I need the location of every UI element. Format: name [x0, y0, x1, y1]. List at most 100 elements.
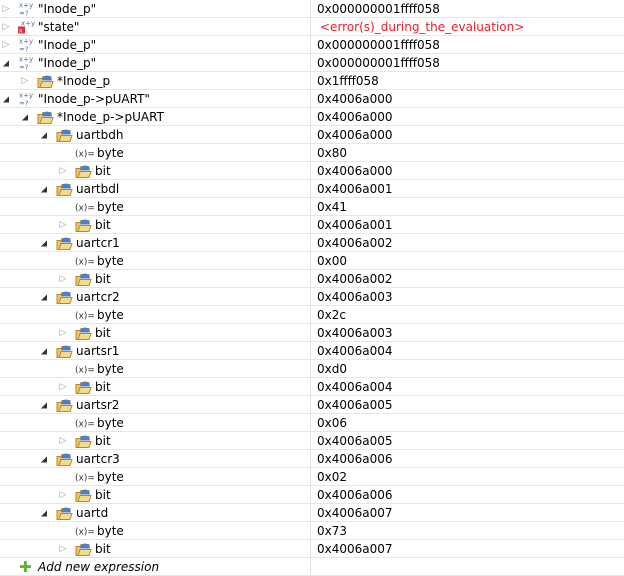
tree-row[interactable]: ▷ bit 0x4006a001 — [0, 216, 624, 234]
tree-row[interactable]: ◢ uartbdh 0x4006a000 — [0, 126, 624, 144]
collapse-toggle-icon[interactable]: ◢ — [39, 130, 49, 139]
tree-row[interactable]: ▷ bit 0x4006a007 — [0, 540, 624, 558]
collapse-toggle-icon[interactable]: ◢ — [1, 94, 11, 103]
tree-row[interactable]: (x)= byte 0x02 — [0, 468, 624, 486]
value-cell: 0x41 — [317, 199, 348, 214]
value-cell: 0x4006a007 — [317, 541, 393, 556]
expand-toggle-icon[interactable]: ▷ — [58, 220, 68, 230]
tree-row[interactable]: ◢ x+y =? "Inode_p->pUART" 0x4006a000 — [0, 90, 624, 108]
tree-row[interactable]: ▷ bit 0x4006a004 — [0, 378, 624, 396]
struct-icon — [56, 181, 73, 196]
expression-name: "Inode_p" — [38, 37, 97, 52]
add-new-expression-label[interactable]: Add new expression — [38, 560, 159, 574]
collapse-toggle-icon[interactable]: ◢ — [39, 508, 49, 517]
tree-row[interactable]: ◢ uartcr2 0x4006a003 — [0, 288, 624, 306]
expression-name: byte — [97, 415, 124, 430]
tree-row[interactable]: ▷ x+y x "state" <error(s)_during_the_evaluat… — [0, 18, 624, 36]
value-cell: 0x4006a002 — [317, 271, 393, 286]
expand-toggle-icon[interactable]: ▷ — [58, 490, 68, 500]
tree-row[interactable]: ◢ *Inode_p->pUART 0x4006a000 — [0, 108, 624, 126]
name-cell: ◢ x+y =? "Inode_p" — [0, 54, 311, 71]
expand-toggle-icon[interactable]: ▷ — [58, 436, 68, 446]
tree-row[interactable]: (x)= byte 0x00 — [0, 252, 624, 270]
struct-icon — [37, 73, 54, 88]
expression-icon: x+y =? — [18, 91, 35, 107]
tree-row[interactable]: ▷ bit 0x4006a003 — [0, 324, 624, 342]
tree-row[interactable]: (x)= byte 0x73 — [0, 522, 624, 540]
name-cell: (x)= byte — [0, 252, 311, 269]
expand-toggle-icon[interactable]: ▷ — [58, 544, 68, 554]
collapse-toggle-icon[interactable]: ◢ — [39, 454, 49, 463]
svg-text:x+y: x+y — [21, 19, 35, 27]
tree-row[interactable]: ▷ x+y =? "Inode_p" 0x000000001ffff058 — [0, 0, 624, 18]
value-cell: 0x02 — [317, 469, 348, 484]
tree-row[interactable]: ◢ x+y =? "Inode_p" 0x000000001ffff058 — [0, 54, 624, 72]
collapse-toggle-icon[interactable]: ◢ — [20, 112, 30, 121]
variable-icon: (x)= — [75, 523, 95, 538]
svg-text:(x)=: (x)= — [75, 419, 95, 429]
expression-name: byte — [97, 361, 124, 376]
expressions-tree: ▷ x+y =? "Inode_p" 0x000000001ffff058 ▷ x+y x "s… — [0, 0, 624, 576]
collapse-toggle-icon[interactable]: ◢ — [39, 400, 49, 409]
collapse-toggle-icon[interactable]: ◢ — [39, 346, 49, 355]
variable-icon: (x)= — [75, 253, 95, 268]
collapse-toggle-icon[interactable]: ◢ — [39, 184, 49, 193]
name-cell: ◢ uartsr2 — [0, 396, 311, 413]
value-cell: 0x4006a004 — [317, 379, 393, 394]
struct-icon — [56, 343, 73, 358]
tree-row[interactable]: ▷ bit 0x4006a005 — [0, 432, 624, 450]
tree-row[interactable]: ▷ bit 0x4006a000 — [0, 162, 624, 180]
variable-icon: (x)= — [75, 145, 95, 160]
tree-row[interactable]: ◢ uartcr3 0x4006a006 — [0, 450, 624, 468]
expand-toggle-icon[interactable]: ▷ — [1, 40, 11, 50]
expand-toggle-icon[interactable]: ▷ — [20, 76, 30, 86]
svg-text:(x)=: (x)= — [75, 311, 95, 321]
svg-text:x: x — [19, 27, 23, 34]
tree-row[interactable]: (x)= byte 0x41 — [0, 198, 624, 216]
name-cell: ▷ bit — [0, 270, 311, 287]
tree-row[interactable]: ◢ uartcr1 0x4006a002 — [0, 234, 624, 252]
svg-text:(x)=: (x)= — [75, 473, 95, 483]
tree-row[interactable]: ◢ uartbdl 0x4006a001 — [0, 180, 624, 198]
collapse-toggle-icon[interactable]: ◢ — [1, 58, 11, 67]
expand-toggle-icon[interactable]: ▷ — [58, 382, 68, 392]
tree-row[interactable]: ▷ *Inode_p 0x1ffff058 — [0, 72, 624, 90]
expression-name: bit — [95, 433, 111, 448]
name-cell: (x)= byte — [0, 414, 311, 431]
tree-row[interactable]: ◢ uartd 0x4006a007 — [0, 504, 624, 522]
collapse-toggle-icon[interactable]: ◢ — [39, 238, 49, 247]
expression-name: byte — [97, 523, 124, 538]
value-cell: 0x4006a006 — [317, 451, 393, 466]
name-cell: (x)= byte — [0, 468, 311, 485]
plus-icon: ✚ — [19, 557, 32, 576]
expand-toggle-icon[interactable]: ▷ — [1, 22, 11, 32]
struct-icon — [75, 163, 92, 178]
tree-row[interactable]: ▷ bit 0x4006a002 — [0, 270, 624, 288]
expand-toggle-icon[interactable]: ▷ — [1, 4, 11, 14]
expression-name: bit — [95, 379, 111, 394]
struct-icon — [56, 235, 73, 250]
expand-toggle-icon[interactable]: ▷ — [58, 328, 68, 338]
tree-row[interactable]: ▷ bit 0x4006a006 — [0, 486, 624, 504]
tree-row[interactable]: ◢ uartsr2 0x4006a005 — [0, 396, 624, 414]
tree-row[interactable]: (x)= byte 0x06 — [0, 414, 624, 432]
struct-icon — [75, 217, 92, 232]
collapse-toggle-icon[interactable]: ◢ — [39, 292, 49, 301]
tree-row[interactable]: ◢ uartsr1 0x4006a004 — [0, 342, 624, 360]
tree-row[interactable]: ▷ x+y =? "Inode_p" 0x000000001ffff058 — [0, 36, 624, 54]
tree-row[interactable]: (x)= byte 0xd0 — [0, 360, 624, 378]
struct-icon — [75, 487, 92, 502]
add-new-expression-row[interactable]: ✚ Add new expression — [0, 558, 624, 576]
name-cell: (x)= byte — [0, 522, 311, 539]
value-cell: 0x4006a000 — [317, 109, 393, 124]
tree-row[interactable]: (x)= byte 0x80 — [0, 144, 624, 162]
struct-icon — [56, 289, 73, 304]
struct-icon — [75, 271, 92, 286]
name-cell: ◢ uartcr2 — [0, 288, 311, 305]
expand-toggle-icon[interactable]: ▷ — [58, 166, 68, 176]
value-cell: 0x4006a002 — [317, 235, 393, 250]
expression-name: *Inode_p — [57, 73, 111, 88]
expand-toggle-icon[interactable]: ▷ — [58, 274, 68, 284]
name-cell: ◢ uartbdl — [0, 180, 311, 197]
tree-row[interactable]: (x)= byte 0x2c — [0, 306, 624, 324]
